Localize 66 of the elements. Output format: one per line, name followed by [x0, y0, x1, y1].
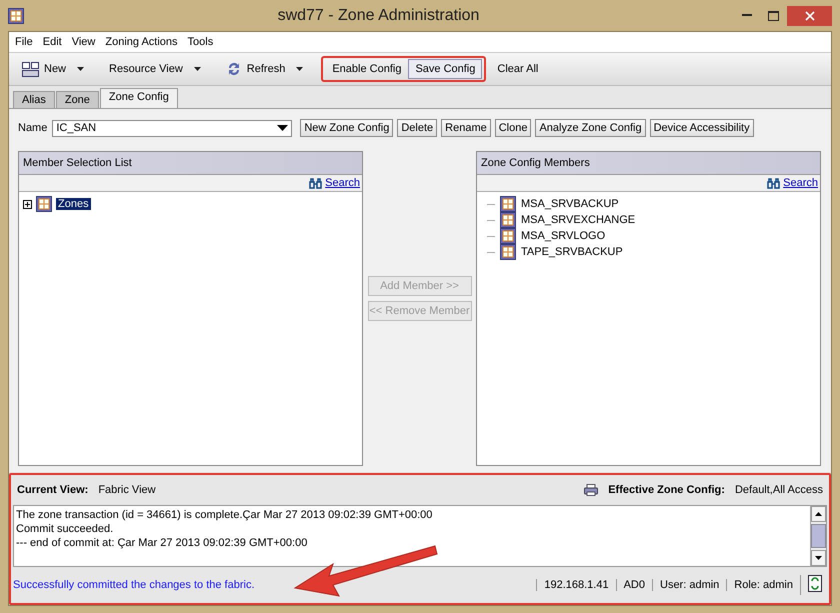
menu-item[interactable]: Edit [40, 36, 69, 48]
maximize-icon [768, 10, 779, 20]
log-line: --- end of commit at: Çar Mar 27 2013 09:02:39 GMT+00:00 [16, 536, 308, 550]
toolbar-button[interactable]: Save Config [408, 59, 482, 79]
effective-config-label: Effective Zone Config: [608, 484, 725, 496]
toolbar-button[interactable]: New [15, 58, 74, 80]
toolbar-button[interactable]: Refresh [218, 57, 292, 81]
name-label: Name [18, 122, 48, 134]
log-line: The zone transaction (id = 34661) is complete.Çar Mar 27 2013 09:02:39 GMT+00:00 [16, 508, 434, 522]
effective-config-value: Default,All Access [734, 484, 823, 496]
toolbar-button[interactable]: Resource View [102, 59, 190, 79]
new-icon [22, 62, 39, 76]
zone-icon [500, 244, 516, 260]
binoculars-icon [309, 178, 322, 188]
status-field: AD0 [616, 579, 652, 591]
name-dropdown[interactable]: IC_SAN [52, 120, 292, 136]
panel-title: Member Selection List [23, 157, 132, 169]
menu-item[interactable]: View [68, 36, 102, 48]
scrollbar[interactable] [810, 506, 826, 566]
search-link[interactable]: Search [325, 177, 360, 189]
caret-icon[interactable] [77, 67, 84, 71]
zone-icon [500, 196, 516, 212]
menu-item[interactable]: File [12, 36, 40, 48]
toolbar-button[interactable]: Clear All [490, 59, 546, 79]
status-field: 192.168.1.41 [536, 579, 616, 591]
config-button[interactable]: Analyze Zone Config [535, 119, 646, 137]
status-message: Successfully committed the changes to the fabric. [13, 579, 256, 591]
member-item[interactable]: MSA_SRVLOGO [521, 230, 606, 242]
tab[interactable]: Zone Config [100, 88, 178, 108]
config-button[interactable]: Device Accessibility [650, 119, 754, 137]
expand-icon[interactable] [23, 200, 32, 208]
scroll-down-icon [815, 556, 822, 560]
close-icon [804, 10, 814, 20]
tab[interactable]: Zone [56, 91, 99, 108]
log-line: Commit succeeded. [16, 522, 114, 536]
printer-icon[interactable] [584, 484, 598, 496]
caret-icon[interactable] [296, 67, 304, 71]
zone-icon [500, 212, 516, 228]
zone-icon [500, 228, 516, 244]
status-field: User: admin [652, 579, 726, 591]
current-view-value: Fabric View [98, 484, 156, 496]
menu-item[interactable]: Zoning Actions [102, 36, 185, 48]
refresh-status-icon[interactable] [808, 575, 822, 592]
tab[interactable]: Alias [13, 91, 55, 108]
config-button[interactable]: Delete [397, 119, 438, 137]
minimize-icon [742, 14, 752, 17]
search-link[interactable]: Search [783, 177, 818, 189]
caret-icon[interactable] [194, 67, 201, 71]
tree-item[interactable]: Zones [56, 198, 91, 210]
member-item[interactable]: TAPE_SRVBACKUP [521, 246, 623, 258]
status-field: Role: admin [726, 579, 800, 591]
window-title: swd77 - Zone Administration [276, 6, 480, 24]
config-button[interactable]: Rename [441, 119, 491, 137]
scroll-up-icon [815, 512, 822, 516]
app-icon [8, 8, 24, 24]
binoculars-icon [767, 178, 780, 188]
close-button[interactable] [787, 6, 832, 26]
current-view-label: Current View: [17, 484, 88, 496]
config-button[interactable]: Clone [494, 119, 532, 137]
toolbar-button[interactable]: Enable Config [325, 59, 408, 79]
menu-item[interactable]: Tools [184, 36, 220, 48]
member-item[interactable]: MSA_SRVBACKUP [521, 198, 619, 210]
panel-title: Zone Config Members [481, 157, 590, 169]
member-item[interactable]: MSA_SRVEXCHANGE [521, 214, 636, 226]
caret-icon [277, 125, 288, 131]
config-button[interactable]: New Zone Config [300, 119, 394, 137]
